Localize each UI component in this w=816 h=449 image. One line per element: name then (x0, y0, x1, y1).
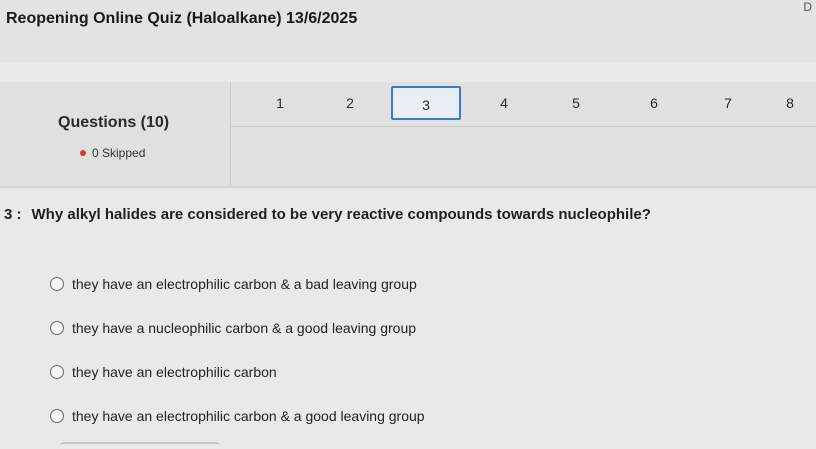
answer-option-3[interactable]: they have an electrophilic carbon (50, 364, 277, 380)
next-button-edge (60, 442, 220, 449)
questions-count-heading: Questions (10) (58, 114, 170, 131)
quiz-title: Reopening Online Quiz (Haloalkane) 13/6/… (6, 10, 358, 27)
radio-icon[interactable] (50, 277, 64, 291)
skipped-label: 0 Skipped (92, 146, 146, 160)
question-nav-2[interactable]: 2 (315, 86, 385, 120)
question-nav-7[interactable]: 7 (693, 86, 763, 120)
answer-option-2[interactable]: they have a nucleophilic carbon & a good… (50, 320, 416, 336)
question-nav-8[interactable]: 8 (768, 86, 812, 120)
question-number: 3 : (4, 206, 22, 223)
question-prompt: 3 : Why alkyl halides are considered to b… (4, 206, 651, 223)
answer-option-4[interactable]: they have an electrophilic carbon & a go… (50, 408, 425, 424)
question-nav-3[interactable]: 3 (391, 86, 461, 120)
answer-option-label: they have a nucleophilic carbon & a good… (72, 320, 417, 336)
answer-option-1[interactable]: they have an electrophilic carbon & a ba… (50, 276, 417, 292)
corner-mark: D (803, 0, 812, 14)
question-nav-6[interactable]: 6 (619, 86, 689, 120)
nav-divider (231, 126, 816, 127)
skipped-dot-icon (80, 150, 86, 156)
radio-icon[interactable] (50, 321, 64, 335)
radio-icon[interactable] (50, 409, 64, 423)
quiz-header: Reopening Online Quiz (Haloalkane) 13/6/… (0, 0, 816, 62)
question-nav-1[interactable]: 1 (245, 86, 315, 120)
skipped-indicator: 0 Skipped (80, 146, 145, 160)
question-nav-4[interactable]: 4 (469, 86, 539, 120)
answer-option-label: they have an electrophilic carbon & a ba… (72, 276, 417, 292)
quiz-page: Reopening Online Quiz (Haloalkane) 13/6/… (0, 0, 816, 449)
answer-option-label: they have an electrophilic carbon & a go… (72, 408, 425, 424)
content-divider (0, 186, 816, 188)
answer-option-label: they have an electrophilic carbon (72, 364, 277, 380)
questions-summary: Questions (10) 0 Skipped (0, 82, 231, 186)
question-text: Why alkyl halides are considered to be v… (31, 206, 651, 223)
question-nav-5[interactable]: 5 (541, 86, 611, 120)
question-number-strip: 1 2 3 4 5 6 7 8 (231, 82, 816, 126)
radio-icon[interactable] (50, 365, 64, 379)
